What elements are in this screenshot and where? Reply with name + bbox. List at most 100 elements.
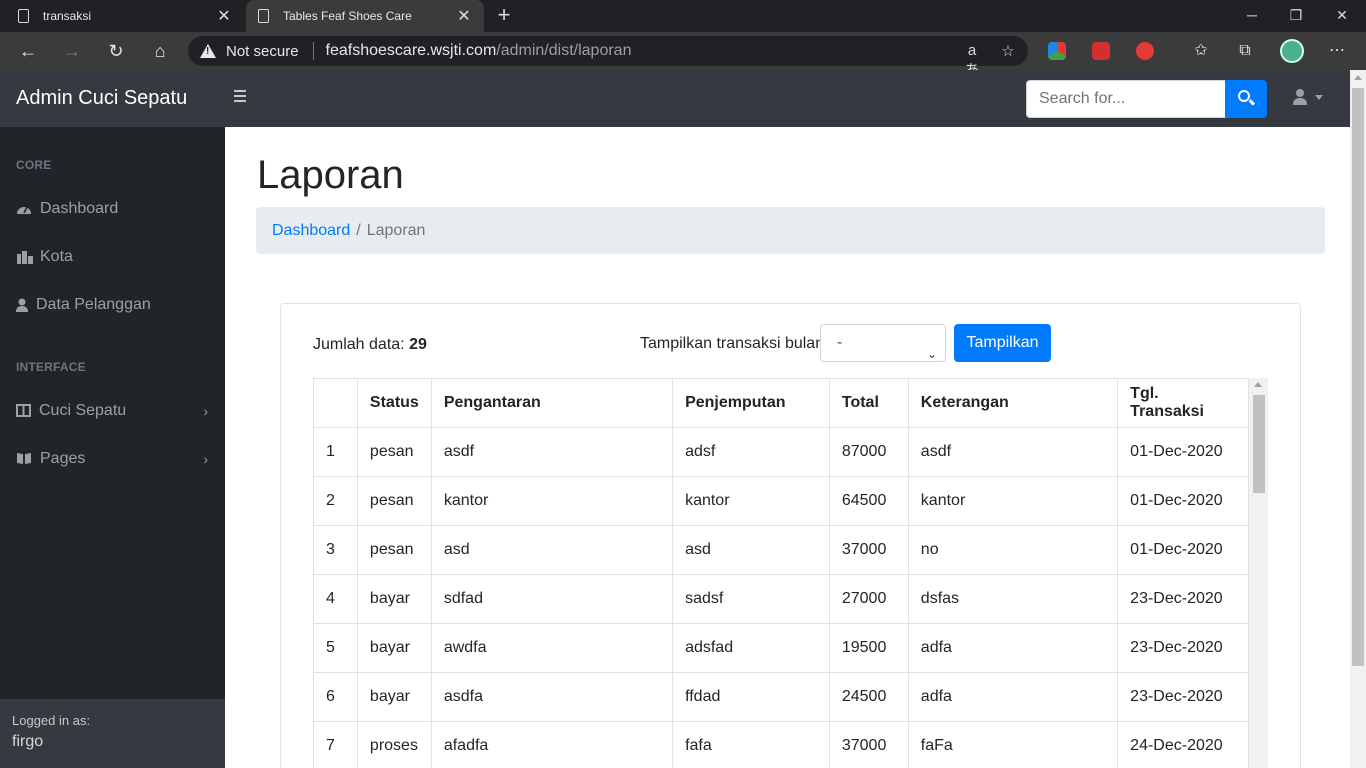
transactions-table-container[interactable]: Status Pengantaran Penjemputan Total Ket… [313,378,1268,768]
extension-icon[interactable] [1092,42,1110,60]
close-window-icon[interactable]: ✕ [1320,0,1364,32]
sidebar-item-label: Dashboard [40,200,119,217]
sidebar-item-pages[interactable]: Pages › [16,447,216,471]
user-icon-body [1293,98,1307,105]
transactions-table: Status Pengantaran Penjemputan Total Ket… [313,378,1249,768]
city-icon [16,250,33,264]
table-cell: pesan [356,476,432,526]
scrollbar-thumb[interactable] [1253,395,1265,493]
table-cell: no [907,525,1119,575]
table-cell: 37000 [828,525,909,575]
extension-icon[interactable] [1048,42,1066,60]
user-dropdown[interactable] [1292,89,1328,109]
table-cell: 3 [313,525,358,575]
scroll-up-icon[interactable] [1254,382,1262,387]
close-tab-icon[interactable]: ✕ [456,6,472,26]
sidebar-item-label: Pages [40,450,86,467]
table-cell: 64500 [828,476,909,526]
table-row: 4 bayar sdfad sadsf 27000 dsfas 23-Dec-2… [313,574,1249,624]
table-cell: bayar [356,574,432,624]
sidebar-footer: Logged in as: firgo [0,699,225,768]
tachometer-icon [16,202,32,216]
table-cell: bayar [356,623,432,673]
new-tab-icon[interactable]: + [492,4,516,26]
restore-icon[interactable]: ❐ [1274,0,1318,32]
table-cell: 23-Dec-2020 [1117,574,1249,624]
month-select-value: - [837,334,843,351]
table-cell: kantor [672,476,830,526]
column-header [313,378,358,428]
record-count-label: Jumlah data: [313,336,405,353]
scrollbar-thumb[interactable] [1352,88,1364,666]
page-title: Laporan [257,153,404,197]
table-cell: asdfa [430,672,674,722]
table-cell: 37000 [828,721,909,768]
sidebar-toggle-icon[interactable] [234,90,246,102]
breadcrumb-current: Laporan [366,222,426,239]
user-icon [16,298,28,312]
chevron-right-icon: › [203,403,208,419]
chevron-down-icon: ⌄ [926,347,937,361]
sidebar-item-dashboard[interactable]: Dashboard [16,197,216,221]
collections-icon[interactable]: ⧉ [1234,40,1256,62]
show-button[interactable]: Tampilkan [954,324,1051,362]
sidebar-item-cuci-sepatu[interactable]: Cuci Sepatu › [16,399,216,423]
table-cell: afadfa [430,721,674,768]
report-card: Jumlah data: 29 Tampilkan transaksi bula… [280,303,1301,768]
column-header: Total [828,378,909,428]
refresh-icon[interactable]: ↻ [102,37,130,65]
table-scrollbar[interactable] [1249,378,1268,768]
not-secure-label: Not secure [226,42,299,60]
table-cell: pesan [356,427,432,477]
address-separator [312,42,314,60]
top-navbar: Admin Cuci Sepatu [0,70,1350,127]
add-favorite-icon[interactable]: ☆ [998,42,1018,60]
table-cell: 4 [313,574,358,624]
search-button[interactable] [1225,80,1267,118]
close-tab-icon[interactable]: ✕ [216,6,232,26]
extension-icon[interactable] [1136,42,1154,60]
profile-avatar[interactable] [1280,39,1304,63]
breadcrumb-link-dashboard[interactable]: Dashboard [272,222,350,239]
table-cell: 5 [313,623,358,673]
more-menu-icon[interactable]: ⋯ [1326,40,1348,62]
table-cell: sdfad [430,574,674,624]
sidebar-item-data-pelanggan[interactable]: Data Pelanggan [16,293,216,317]
search-input[interactable] [1026,80,1226,118]
table-cell: 01-Dec-2020 [1117,427,1249,477]
favorites-icon[interactable]: ✩ [1190,40,1212,62]
page-icon [18,9,29,23]
table-cell: fafa [672,721,830,768]
table-cell: 23-Dec-2020 [1117,623,1249,673]
table-cell: 1 [313,427,358,477]
table-cell: 01-Dec-2020 [1117,525,1249,575]
table-cell: dsfas [907,574,1119,624]
column-header: Penjemputan [672,378,830,428]
breadcrumb-separator: / [356,222,361,239]
home-icon[interactable]: ⌂ [146,37,174,65]
table-row: 5 bayar awdfa adsfad 19500 adfa 23-Dec-2… [313,623,1249,673]
caret-down-icon [1315,95,1323,100]
column-header: Pengantaran [430,378,674,428]
table-cell: 6 [313,672,358,722]
table-cell: 27000 [828,574,909,624]
sidebar-item-kota[interactable]: Kota [16,245,216,269]
address-bar[interactable]: Not secure feafshoescare.wsjti.com/admin… [188,36,1028,79]
browser-tab-transaksi[interactable]: transaksi ✕ [6,0,244,32]
page-icon [258,9,269,23]
brand-title[interactable]: Admin Cuci Sepatu [16,87,187,110]
sidebar-item-label: Kota [40,248,73,265]
page-scrollbar[interactable] [1350,70,1366,768]
table-cell: kantor [907,476,1119,526]
table-cell: ffdad [672,672,830,722]
minimize-icon[interactable]: ─ [1230,0,1274,32]
scroll-up-icon[interactable] [1354,75,1362,80]
table-cell: proses [356,721,432,768]
table-cell: 87000 [828,427,909,477]
tab-title: Tables Feaf Shoes Care [283,9,412,23]
table-cell: asdf [907,427,1119,477]
browser-tab-tables[interactable]: Tables Feaf Shoes Care ✕ [246,0,484,32]
back-icon[interactable]: ← [14,37,42,65]
month-select[interactable]: - ⌄ [820,324,946,362]
table-cell: asd [430,525,674,575]
